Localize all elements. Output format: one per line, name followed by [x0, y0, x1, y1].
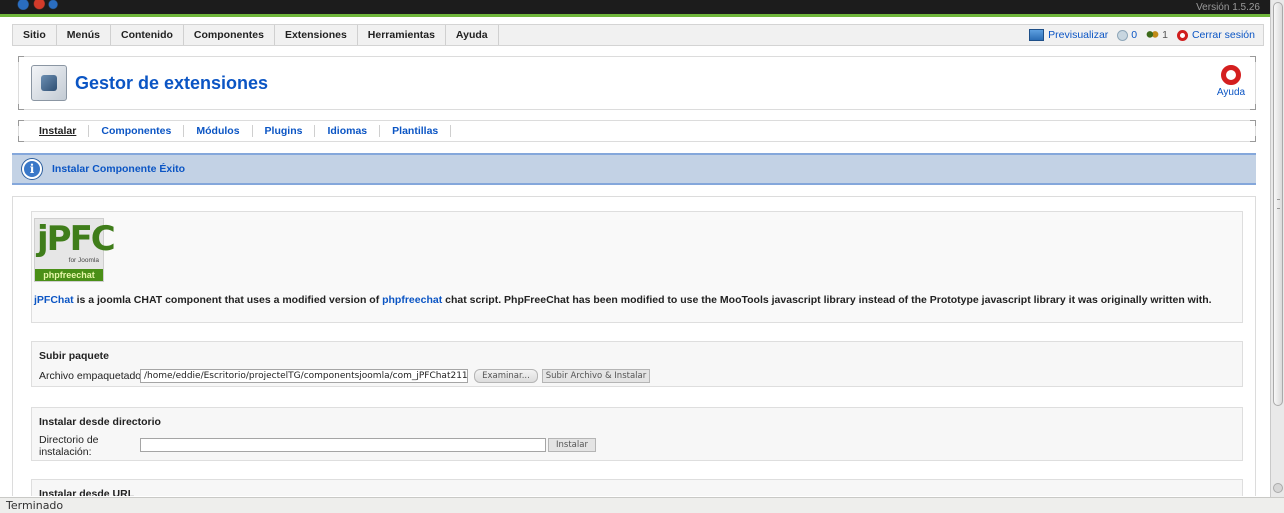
content-panel: jPFC for Joomla phpfreechat jPFChat is a… [12, 196, 1256, 496]
tab-instalar[interactable]: Instalar [31, 125, 90, 137]
tab-modulos[interactable]: Módulos [184, 125, 253, 137]
install-directory-button[interactable]: Instalar [548, 438, 596, 452]
lifebuoy-icon [1221, 65, 1241, 85]
corner-decoration [13, 197, 18, 202]
corner-decoration [1250, 136, 1256, 142]
preview-label: Previsualizar [1048, 29, 1109, 41]
tab-plantillas[interactable]: Plantillas [380, 125, 452, 137]
admin-header: Versión 1.5.26 [0, 0, 1270, 17]
install-result-box: jPFC for Joomla phpfreechat jPFChat is a… [31, 211, 1243, 323]
corner-decoration [1250, 56, 1256, 62]
logout-icon [1176, 29, 1188, 41]
component-description: jPFChat is a joomla CHAT component that … [34, 294, 1212, 306]
logo-subtext: for Joomla [68, 257, 99, 264]
corner-decoration [18, 104, 24, 110]
upload-package-box: Subir paquete Archivo empaquetado: /home… [31, 341, 1243, 387]
install-dir-title: Instalar desde directorio [39, 416, 161, 428]
menu-ayuda[interactable]: Ayuda [446, 25, 499, 45]
install-dir-label-2: instalación: [39, 446, 92, 458]
logo-text: jPFC [37, 219, 116, 259]
package-file-input[interactable]: /home/eddie/Escritorio/projectelTG/compo… [140, 369, 468, 383]
preview-link[interactable]: Previsualizar [1029, 29, 1108, 41]
corner-decoration [1250, 120, 1256, 126]
logo-bar-text: phpfreechat [35, 269, 103, 281]
install-url-box: Instalar desde URL [31, 479, 1243, 496]
description-part: chat script. PhpFreeChat has been modifi… [442, 294, 1212, 306]
users-count: 1 [1162, 29, 1168, 41]
install-directory-input[interactable] [140, 438, 546, 452]
logout-link[interactable]: Cerrar sesión [1176, 29, 1255, 41]
corner-decoration [1250, 197, 1255, 202]
grip-icon [1277, 199, 1280, 209]
status-text: Terminado [6, 499, 64, 512]
messages-icon [1117, 29, 1129, 41]
submenu-tabs: Instalar Componentes Módulos Plugins Idi… [18, 120, 1256, 142]
install-directory-box: Instalar desde directorio Directorio de … [31, 407, 1243, 461]
install-dir-label-1: Directorio de [39, 434, 99, 446]
menu-status-area: Previsualizar 0 1 Cerrar sesión [1029, 29, 1263, 41]
upload-install-button[interactable]: Subir Archivo & Instalar [542, 369, 650, 383]
users-icon [1146, 29, 1160, 41]
messages-status[interactable]: 0 [1117, 29, 1137, 41]
corner-decoration [18, 56, 24, 62]
menu-contenido[interactable]: Contenido [111, 25, 184, 45]
system-message: i Instalar Componente Éxito [12, 153, 1256, 185]
users-status[interactable]: 1 [1146, 29, 1168, 41]
corner-decoration [1250, 104, 1256, 110]
tab-idiomas[interactable]: Idiomas [315, 125, 381, 137]
page-title: Gestor de extensiones [75, 73, 269, 93]
menu-extensiones[interactable]: Extensiones [275, 25, 358, 45]
upload-title: Subir paquete [39, 350, 110, 362]
jpfchat-link[interactable]: jPFChat [34, 294, 74, 306]
scrollbar-thumb[interactable] [1273, 2, 1283, 406]
description-part: is a joomla CHAT component that uses a m… [73, 294, 383, 306]
scroll-down-icon[interactable] [1273, 483, 1283, 493]
version-text: Versión 1.5.26 [1196, 2, 1260, 13]
help-label: Ayuda [1216, 87, 1246, 98]
vertical-scrollbar[interactable] [1270, 0, 1284, 497]
browser-status-bar: Terminado [0, 497, 1284, 513]
info-icon: i [22, 159, 42, 179]
menu-herramientas[interactable]: Herramientas [358, 25, 446, 45]
menu-componentes[interactable]: Componentes [184, 25, 275, 45]
joomla-logo [14, 0, 60, 10]
jpfchat-logo: jPFC for Joomla phpfreechat [34, 218, 116, 282]
logout-label: Cerrar sesión [1191, 29, 1255, 41]
menu-sitio[interactable]: Sitio [13, 25, 57, 45]
browse-button[interactable]: Examinar... [474, 369, 538, 383]
messages-count: 0 [1131, 29, 1138, 41]
corner-decoration [18, 120, 24, 126]
install-url-title: Instalar desde URL [39, 488, 135, 496]
tab-plugins[interactable]: Plugins [253, 125, 316, 137]
message-text: Instalar Componente Éxito [52, 163, 186, 175]
toolbar-panel: Gestor de extensiones Ayuda [18, 56, 1256, 110]
phpfreechat-link[interactable]: phpfreechat [382, 294, 442, 306]
admin-menu-bar: Sitio Menús Contenido Componentes Extens… [12, 24, 1264, 46]
extension-manager-icon [31, 65, 67, 101]
tab-componentes[interactable]: Componentes [89, 125, 185, 137]
help-button[interactable]: Ayuda [1215, 65, 1247, 98]
corner-decoration [18, 136, 24, 142]
preview-icon [1029, 29, 1045, 41]
menu-menus[interactable]: Menús [57, 25, 112, 45]
package-file-label: Archivo empaquetado: [39, 370, 145, 382]
